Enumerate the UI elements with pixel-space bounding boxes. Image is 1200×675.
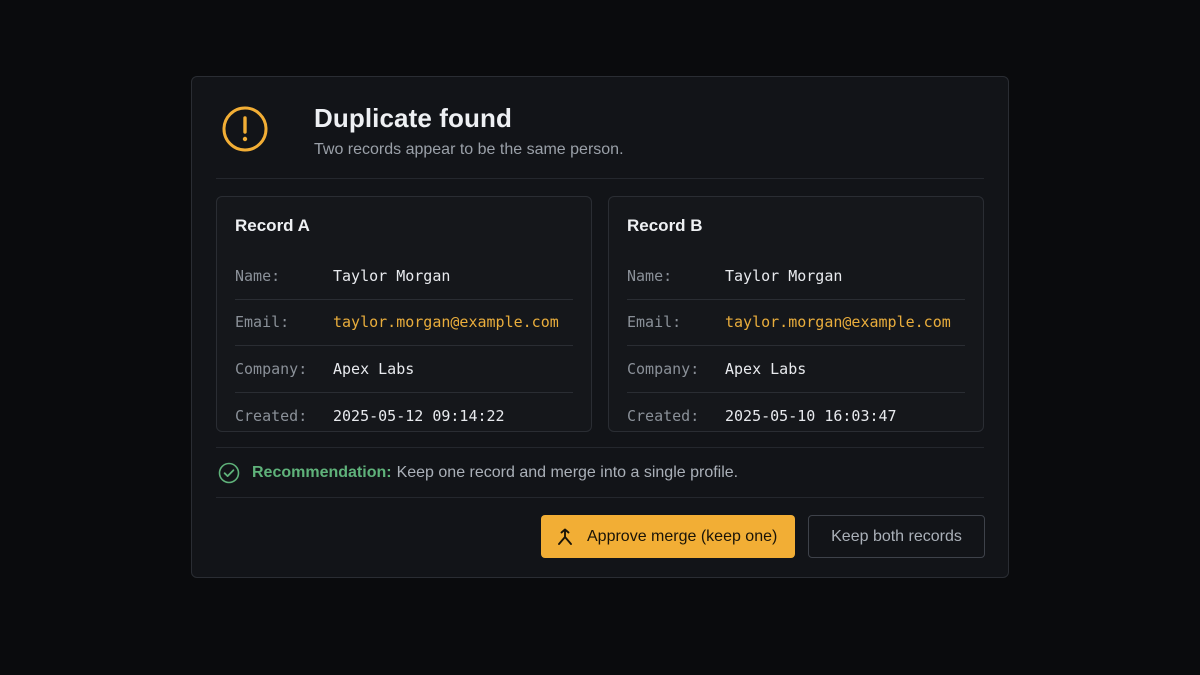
- record-field-email: Email: taylor.morgan@example.com: [235, 300, 573, 346]
- record-field-name: Name: Taylor Morgan: [235, 253, 573, 300]
- record-field-company: Company: Apex Labs: [627, 346, 965, 393]
- field-value: Apex Labs: [725, 359, 807, 378]
- record-field-email: Email: taylor.morgan@example.com: [627, 300, 965, 346]
- field-label: Company:: [235, 359, 308, 378]
- field-label: Company:: [627, 359, 700, 378]
- email-link[interactable]: taylor.morgan@example.com: [725, 313, 951, 331]
- record-field-created: Created: 2025-05-12 09:14:22: [235, 393, 573, 440]
- field-value: 2025-05-12 09:14:22: [333, 406, 505, 425]
- field-label: Created:: [627, 406, 700, 425]
- alert-circle-icon: [222, 106, 268, 152]
- recommendation-text: Keep one record and merge into a single …: [396, 463, 739, 481]
- approve-merge-label: Approve merge (keep one): [587, 527, 778, 545]
- field-label: Name:: [627, 266, 673, 285]
- dialog-header: Duplicate found Two records appear to be…: [216, 77, 984, 179]
- page-background: Duplicate found Two records appear to be…: [0, 0, 1200, 675]
- record-field-company: Company: Apex Labs: [235, 346, 573, 393]
- dialog-subtitle: Two records appear to be the same person…: [314, 141, 624, 158]
- field-label: Name:: [235, 266, 281, 285]
- field-value: Taylor Morgan: [333, 266, 451, 285]
- email-link[interactable]: taylor.morgan@example.com: [333, 313, 559, 331]
- approve-merge-button[interactable]: Approve merge (keep one): [541, 515, 795, 558]
- recommendation-banner: Recommendation: Keep one record and merg…: [216, 448, 984, 498]
- keep-both-button[interactable]: Keep both records: [808, 515, 985, 558]
- record-card-b: Record B Name: Taylor Morgan Email: tayl…: [608, 196, 984, 432]
- dialog-title: Duplicate found: [314, 103, 512, 133]
- record-title: Record A: [235, 216, 310, 235]
- merge-icon: [558, 528, 572, 545]
- records-comparison: Record A Name: Taylor Morgan Email: tayl…: [216, 179, 984, 448]
- duplicate-dialog: Duplicate found Two records appear to be…: [191, 76, 1009, 578]
- check-circle-icon: [218, 462, 240, 483]
- record-card-a: Record A Name: Taylor Morgan Email: tayl…: [216, 196, 592, 432]
- recommendation-label: Recommendation:: [252, 463, 392, 481]
- field-value: 2025-05-10 16:03:47: [725, 406, 897, 425]
- field-value: Apex Labs: [333, 359, 415, 378]
- field-label: Email:: [627, 313, 682, 332]
- field-label: Created:: [235, 406, 308, 425]
- record-field-created: Created: 2025-05-10 16:03:47: [627, 393, 965, 440]
- record-title: Record B: [627, 216, 703, 235]
- dialog-actions: Approve merge (keep one) Keep both recor…: [216, 498, 985, 578]
- field-label: Email:: [235, 313, 290, 332]
- field-value: Taylor Morgan: [725, 266, 843, 285]
- record-field-name: Name: Taylor Morgan: [627, 253, 965, 300]
